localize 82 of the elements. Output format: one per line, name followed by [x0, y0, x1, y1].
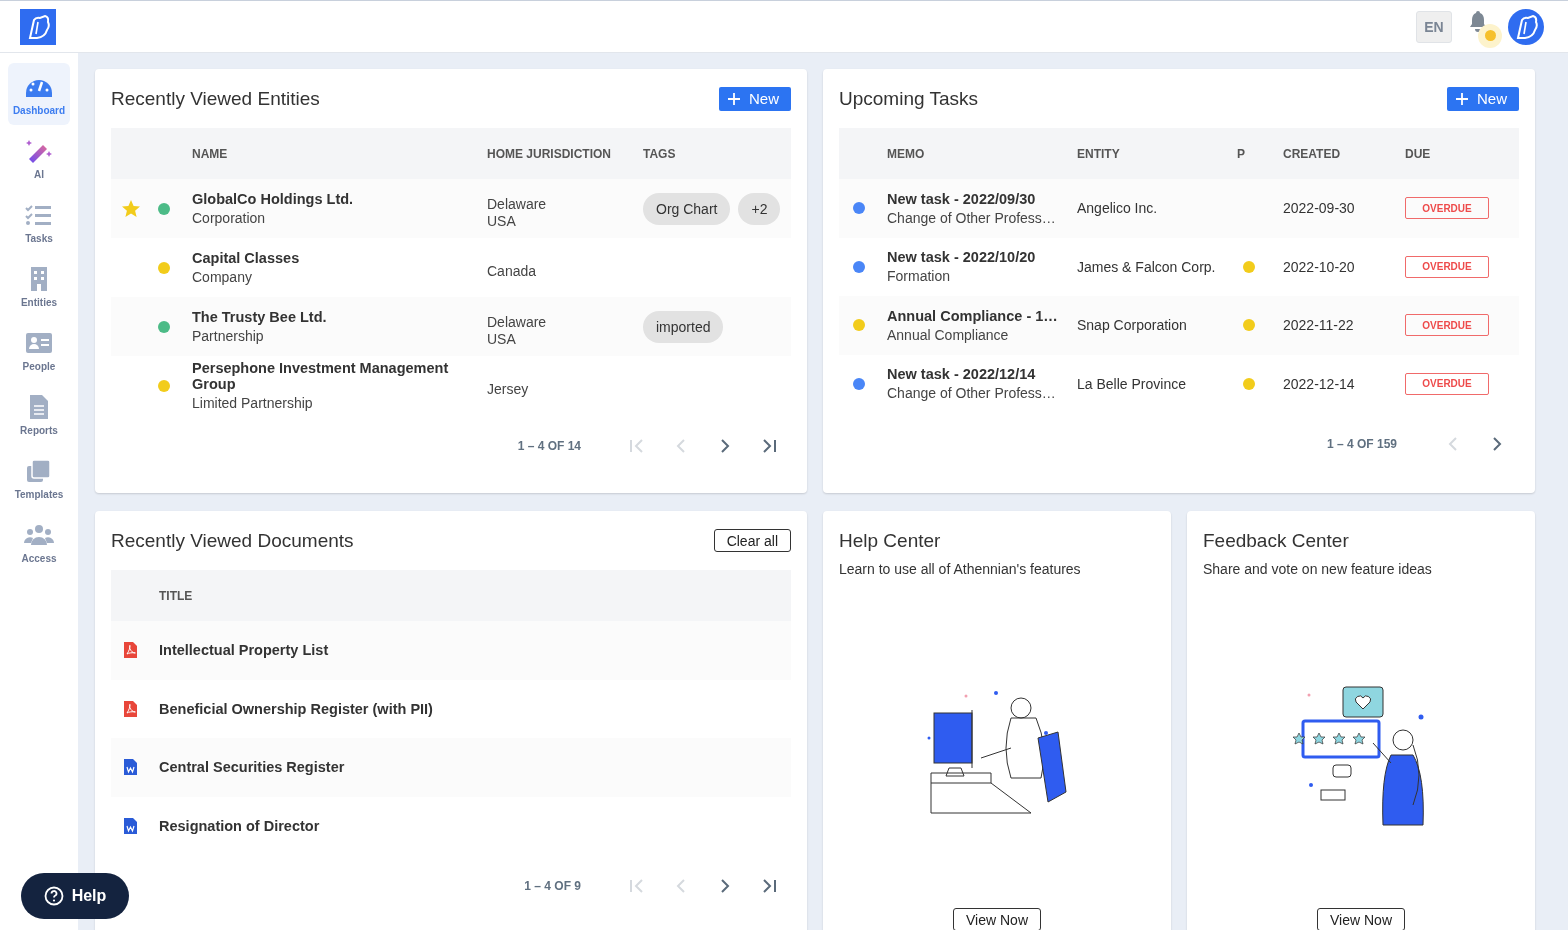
logo-icon[interactable] [20, 8, 56, 45]
plus-icon [727, 91, 741, 106]
jurisdiction-text: USA [487, 212, 517, 230]
view-now-button[interactable]: View Now [953, 908, 1041, 930]
entity-type: Partnership [192, 328, 265, 344]
entity-name: Snap Corporation [1077, 317, 1188, 334]
tag-chip[interactable]: imported [643, 310, 724, 343]
task-title[interactable]: New task - 2022/12/14 [887, 366, 1077, 383]
jurisdiction-text: USA [487, 330, 517, 348]
document-title[interactable]: Resignation of Director [159, 817, 791, 834]
card-description: Learn to use all of Athennian's features [839, 561, 1082, 577]
card-title: Recently Viewed Documents [111, 529, 354, 552]
task-title[interactable]: New task - 2022/09/30 [887, 190, 1077, 207]
task-type: Formation [887, 268, 952, 285]
new-button[interactable]: New [719, 86, 791, 111]
document-title[interactable]: Beneficial Ownership Register (with PII) [159, 700, 791, 717]
clear-all-button[interactable]: Clear all [713, 529, 791, 552]
word-file-icon [124, 817, 137, 834]
sidebar-item[interactable]: Access [8, 511, 70, 573]
entity-name[interactable]: The Trusty Bee Ltd. [192, 309, 487, 325]
entity-name[interactable]: GlobalCo Holdings Ltd. [192, 191, 487, 207]
sidebar-item[interactable]: Templates [8, 447, 70, 509]
overdue-badge: OVERDUE [1405, 314, 1489, 337]
column-header: MEMO [887, 146, 926, 161]
sidebar-item[interactable]: Entities [8, 255, 70, 317]
jurisdiction-text: Delaware [487, 313, 548, 331]
overdue-badge: OVERDUE [1405, 372, 1489, 395]
entity-type: Corporation [192, 210, 267, 226]
entity-type: Limited Partnership [192, 395, 314, 411]
column-header: NAME [192, 146, 229, 161]
pdf-file-icon [124, 700, 137, 717]
entity-name[interactable]: Persephone Investment Management Group [192, 360, 487, 392]
word-file-icon [124, 759, 137, 776]
tag-chip[interactable]: +2 [738, 192, 781, 225]
column-header: P [1237, 146, 1246, 161]
overdue-badge: OVERDUE [1405, 197, 1489, 220]
created-date: 2022-10-20 [1283, 258, 1356, 275]
entity-name: Angelico Inc. [1077, 200, 1159, 217]
sidebar-item[interactable]: Reports [8, 383, 70, 445]
help-icon [43, 886, 64, 906]
column-header: CREATED [1283, 146, 1342, 161]
card-title: Recently Viewed Entities [111, 87, 320, 110]
pagination-range: 1 – 4 OF 9 [524, 879, 581, 893]
column-header: DUE [1405, 146, 1432, 161]
task-type: Change of Other Profess… [887, 209, 1057, 226]
card-title: Help Center [839, 529, 941, 552]
created-date: 2022-11-22 [1283, 317, 1355, 334]
plus-icon [1455, 91, 1469, 106]
column-header: TAGS [643, 146, 677, 161]
column-header: HOME JURISDICTION [487, 146, 612, 161]
entity-name: James & Falcon Corp. [1077, 258, 1217, 275]
jurisdiction-text: Delaware [487, 195, 548, 213]
entity-name[interactable]: Capital Classes [192, 250, 487, 266]
sidebar-item[interactable]: People [8, 319, 70, 381]
task-title[interactable]: Annual Compliance - 1… [887, 307, 1077, 324]
card-title: Feedback Center [1203, 529, 1349, 552]
created-date: 2022-12-14 [1283, 375, 1356, 392]
overdue-badge: OVERDUE [1405, 255, 1489, 278]
column-header: ENTITY [1077, 146, 1121, 161]
avatar-icon[interactable] [1508, 8, 1544, 45]
tag-chip[interactable]: Org Chart [643, 192, 731, 225]
task-type: Change of Other Profess… [887, 385, 1057, 402]
pdf-file-icon [124, 642, 137, 659]
entity-name: La Belle Province [1077, 375, 1187, 392]
jurisdiction-text: Jersey [487, 381, 530, 398]
column-header: TITLE [159, 588, 194, 603]
task-title[interactable]: New task - 2022/10/20 [887, 249, 1077, 266]
entity-type: Company [192, 269, 253, 285]
view-now-button[interactable]: View Now [1317, 908, 1405, 930]
card-title: Upcoming Tasks [839, 87, 979, 110]
jurisdiction-text: Canada [487, 263, 538, 280]
star-icon[interactable] [121, 198, 141, 219]
new-button[interactable]: New [1447, 86, 1519, 111]
pagination-range: 1 – 4 OF 159 [1326, 437, 1397, 451]
pagination-range: 1 – 4 OF 14 [517, 439, 581, 453]
task-type: Annual Compliance [887, 326, 1010, 343]
sidebar-item[interactable]: Tasks [8, 191, 70, 253]
sidebar-item[interactable]: AI [8, 127, 70, 189]
help-button[interactable]: Help [21, 873, 129, 919]
sidebar-item[interactable]: Dashboard [8, 63, 70, 125]
created-date: 2022-09-30 [1283, 200, 1356, 217]
card-description: Share and vote on new feature ideas [1203, 561, 1433, 577]
